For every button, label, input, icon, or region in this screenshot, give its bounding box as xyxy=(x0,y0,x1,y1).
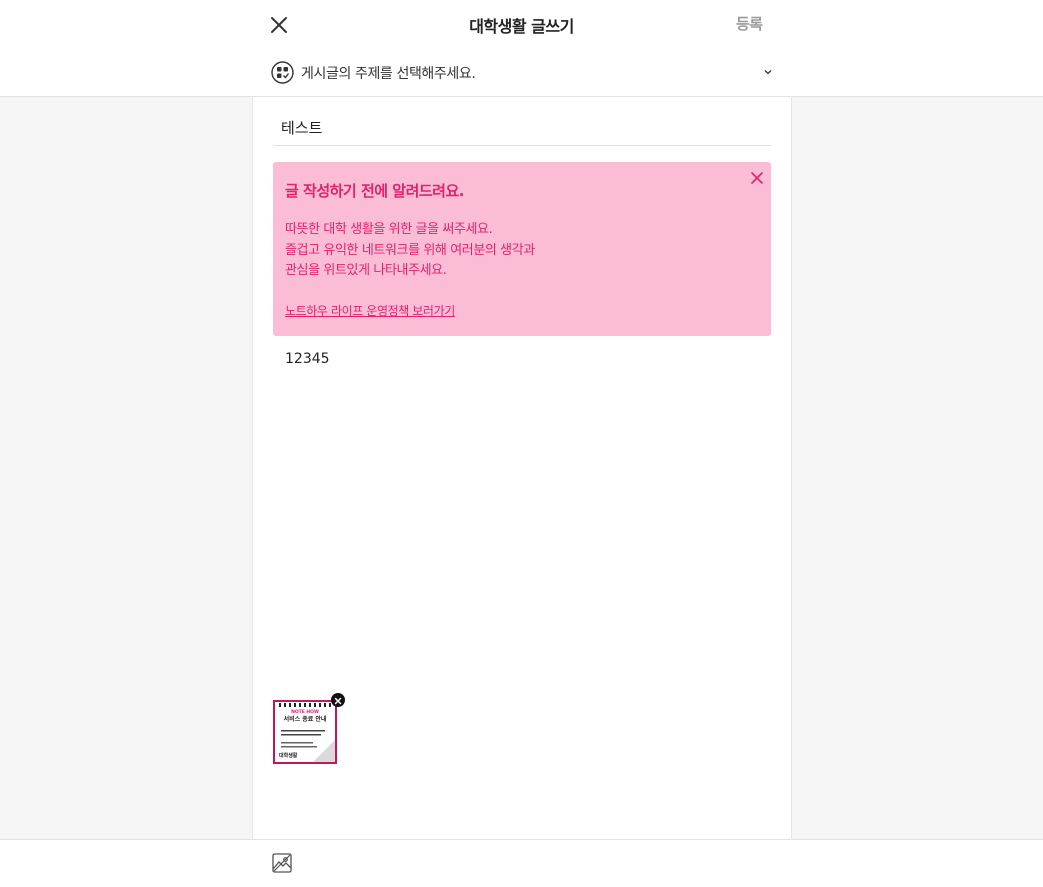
topic-select[interactable]: 게시글의 주제를 선택해주세요. xyxy=(271,60,777,86)
remove-attachment-button[interactable] xyxy=(331,693,345,707)
register-button[interactable]: 등록 xyxy=(736,13,763,34)
page-title: 대학생활 글쓰기 xyxy=(469,17,574,36)
writing-notice: 글 작성하기 전에 알려드려요. 따뜻한 대학 생활을 위한 글을 써주세요. … xyxy=(273,162,771,336)
topic-placeholder: 게시글의 주제를 선택해주세요. xyxy=(301,66,476,82)
svg-text:대학생활: 대학생활 xyxy=(279,752,298,759)
notice-line: 따뜻한 대학 생활을 위한 글을 써주세요. xyxy=(285,222,493,237)
remove-icon xyxy=(334,697,342,705)
close-icon xyxy=(751,172,763,184)
notice-title: 글 작성하기 전에 알려드려요. xyxy=(285,182,464,200)
bottom-toolbar xyxy=(0,839,1043,887)
chevron-down-icon xyxy=(764,70,772,75)
image-icon xyxy=(272,853,292,873)
topic-icon xyxy=(271,61,294,84)
editor-panel: 글 작성하기 전에 알려드려요. 따뜻한 대학 생활을 위한 글을 써주세요. … xyxy=(252,97,792,839)
notice-line: 즐겁고 유익한 네트워크를 위해 여러분의 생각과 xyxy=(285,243,535,258)
svg-text:서비스 종료 안내: 서비스 종료 안내 xyxy=(284,715,327,723)
policy-link[interactable]: 노트하우 라이프 운영정책 보러가기 xyxy=(285,302,455,319)
body-text[interactable]: 12345 xyxy=(285,351,330,367)
top-bar: 대학생활 글쓰기 등록 게시글의 주제를 선택해주세요. xyxy=(0,0,1043,97)
attached-image-thumbnail[interactable]: NOTE HOW 서비스 종료 안내 대학생활 xyxy=(273,700,337,764)
thumbnail-image: NOTE HOW 서비스 종료 안내 대학생활 xyxy=(275,702,335,762)
svg-text:NOTE HOW: NOTE HOW xyxy=(291,709,319,715)
notice-close-button[interactable] xyxy=(749,170,765,186)
add-image-button[interactable] xyxy=(271,852,293,874)
notice-line: 관심을 위트있게 나타내주세요. xyxy=(285,263,447,278)
title-input[interactable] xyxy=(273,109,771,146)
